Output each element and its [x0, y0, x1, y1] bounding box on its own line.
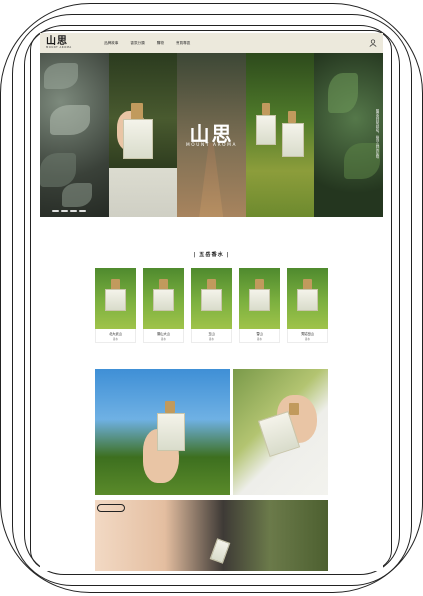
carousel-indicators — [52, 210, 86, 212]
product-card[interactable]: 雪山 香水 — [239, 268, 280, 343]
hero-panel-leaves — [40, 53, 109, 217]
product-image — [143, 268, 184, 329]
gallery-image-portrait — [95, 500, 328, 571]
carousel-dot[interactable] — [79, 210, 86, 212]
product-type: 香水 — [256, 338, 263, 341]
hero-logo: 山思 MOUNT AROMA — [186, 122, 237, 148]
hero-logo-mark: 山思 — [189, 122, 234, 146]
gallery-image-hand-bottle — [233, 369, 328, 495]
product-card[interactable]: 玉山 香水 — [191, 268, 232, 343]
web-page: 山思 MOUNT AROMA 品牌故事 香氛分類 購物 會員專區 山思 MOUN… — [40, 33, 383, 571]
carousel-dot[interactable] — [52, 210, 59, 212]
product-type: 香水 — [160, 338, 167, 341]
hero-banner: 山思 MOUNT AROMA 聽見森林的呼吸，嗅到山林的氣味 — [40, 53, 383, 217]
nav-shop[interactable]: 購物 — [157, 41, 164, 46]
gallery-image-hand-sky — [95, 369, 230, 495]
site-logo[interactable]: 山思 MOUNT AROMA — [46, 35, 86, 50]
nav-brand-story[interactable]: 品牌故事 — [104, 41, 118, 46]
product-card[interactable]: 北大武山 香水 — [95, 268, 136, 343]
product-type: 香水 — [304, 338, 311, 341]
hero-logo-subtitle: MOUNT AROMA — [186, 143, 237, 148]
product-name: 關山大山 — [157, 332, 170, 336]
hero-panel-bottles — [245, 53, 315, 217]
carousel-dot[interactable] — [70, 210, 77, 212]
hero-panel-bottle-hand — [108, 53, 178, 217]
nav-categories[interactable]: 香氛分類 — [130, 41, 144, 46]
carousel-dot[interactable] — [61, 210, 68, 212]
product-image — [239, 268, 280, 329]
main-nav: 品牌故事 香氛分類 購物 會員專區 — [104, 41, 190, 46]
product-image — [287, 268, 328, 329]
logo-mark: 山思 — [46, 35, 68, 47]
products-section-title: | 五岳香水 | — [193, 252, 230, 258]
product-card[interactable]: 關山大山 香水 — [143, 268, 184, 343]
product-name: 玉山 — [208, 332, 215, 336]
nav-member[interactable]: 會員專區 — [176, 41, 190, 46]
hero-side-text: 聽見森林的呼吸，嗅到山林的氣味 — [375, 109, 379, 159]
product-list: 北大武山 香水 關山大山 香水 玉山 香水 雪山 香水 秀姑巒山 香水 — [40, 268, 383, 343]
product-name: 北大武山 — [109, 332, 122, 336]
user-icon[interactable] — [369, 39, 377, 47]
lifestyle-gallery — [40, 369, 383, 571]
product-name: 雪山 — [256, 332, 263, 336]
product-card[interactable]: 秀姑巒山 香水 — [287, 268, 328, 343]
product-image — [191, 268, 232, 329]
site-header: 山思 MOUNT AROMA 品牌故事 香氛分類 購物 會員專區 — [40, 33, 383, 53]
logo-subtitle: MOUNT AROMA — [46, 45, 72, 49]
product-type: 香水 — [208, 338, 215, 341]
product-type: 香水 — [112, 338, 119, 341]
product-image — [95, 268, 136, 329]
product-name: 秀姑巒山 — [301, 332, 314, 336]
